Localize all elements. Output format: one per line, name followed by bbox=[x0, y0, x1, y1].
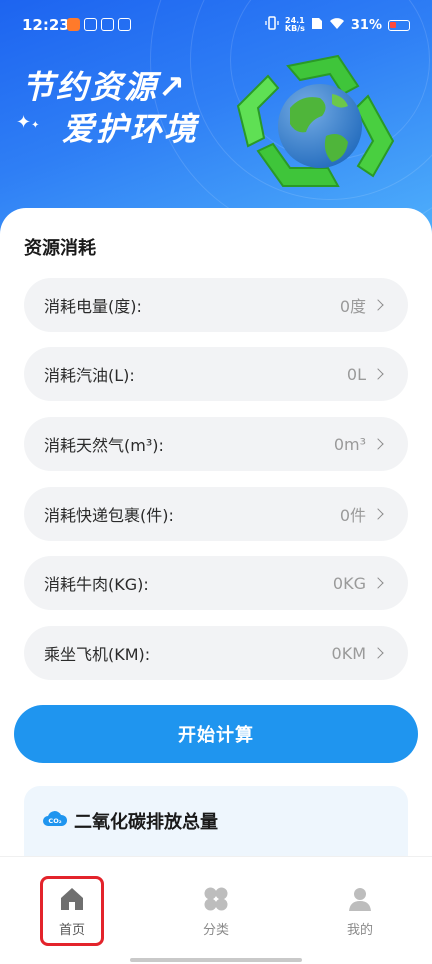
app-notification-icon bbox=[67, 18, 80, 31]
row-value: 0m³ bbox=[333, 434, 366, 454]
row-beef[interactable]: 消耗牛肉(KG): 0KG bbox=[24, 556, 408, 610]
co2-cloud-icon: CO₂ bbox=[42, 808, 68, 830]
message-notification-icon bbox=[101, 18, 114, 31]
row-label: 消耗汽油(L): bbox=[44, 366, 135, 385]
row-label: 消耗天然气(m³): bbox=[44, 436, 164, 455]
chevron-right-icon bbox=[372, 368, 384, 380]
row-value-group: 0m³ bbox=[333, 434, 384, 454]
notification-icons bbox=[67, 18, 131, 31]
section-title: 资源消耗 bbox=[24, 238, 96, 259]
home-highlight-box bbox=[40, 876, 104, 946]
row-value: 0件 bbox=[339, 506, 366, 525]
row-label: 消耗电量(度): bbox=[44, 297, 142, 316]
chevron-right-icon bbox=[372, 577, 384, 589]
wifi-icon bbox=[329, 17, 345, 34]
chevron-right-icon bbox=[372, 647, 384, 659]
mail-notification-icon bbox=[84, 18, 97, 31]
nav-me[interactable]: 我的 bbox=[330, 885, 390, 938]
status-right: 24.1 KB/s 31% bbox=[265, 16, 410, 34]
status-bar: 12:23 24.1 KB/s 31% bbox=[0, 0, 432, 50]
row-value: 0KG bbox=[332, 573, 366, 593]
row-label: 消耗快递包裹(件): bbox=[44, 506, 174, 525]
row-natural-gas[interactable]: 消耗天然气(m³): 0m³ bbox=[24, 417, 408, 471]
recycle-globe-illustration bbox=[228, 46, 408, 206]
co2-total-card: CO₂ 二氧化碳排放总量 bbox=[24, 786, 408, 866]
row-flight[interactable]: 乘坐飞机(KM): 0KM bbox=[24, 626, 408, 680]
row-value-group: 0KM bbox=[331, 643, 384, 663]
network-speed: 24.1 KB/s bbox=[285, 17, 305, 33]
speed-unit: KB/s bbox=[284, 24, 305, 33]
banner-slogan-line2-text: 爱护环境 bbox=[62, 110, 199, 148]
row-value-group: 0L bbox=[346, 364, 384, 384]
row-express-parcel[interactable]: 消耗快递包裹(件): 0件 bbox=[24, 487, 408, 541]
row-value-group: 0KG bbox=[332, 573, 384, 593]
sparkle-icon: ✦✦ bbox=[16, 112, 40, 133]
battery-icon bbox=[388, 19, 410, 31]
status-time: 12:23 bbox=[22, 16, 70, 34]
row-value-group: 0度 bbox=[339, 293, 384, 317]
nav-category-label: 分类 bbox=[202, 923, 229, 938]
co2-title: 二氧化碳排放总量 bbox=[74, 812, 218, 833]
chevron-right-icon bbox=[372, 299, 384, 311]
banner-slogan-line1: 节约资源↗ bbox=[22, 68, 187, 106]
row-value-group: 0件 bbox=[339, 502, 384, 526]
play-notification-icon bbox=[118, 18, 131, 31]
sim-icon bbox=[311, 16, 323, 34]
nav-me-label: 我的 bbox=[346, 923, 373, 938]
category-icon bbox=[202, 885, 230, 913]
banner-slogan-line2: 爱护环境 bbox=[58, 104, 199, 150]
nav-category[interactable]: 分类 bbox=[186, 885, 246, 938]
row-value: 0度 bbox=[339, 297, 366, 316]
resource-card: 资源消耗 消耗电量(度): 0度 消耗汽油(L): 0L 消耗天然气(m³): … bbox=[0, 208, 432, 868]
row-value: 0KM bbox=[331, 643, 366, 663]
chevron-right-icon bbox=[372, 438, 384, 450]
row-label: 乘坐飞机(KM): bbox=[44, 645, 151, 664]
battery-percent: 31% bbox=[350, 17, 382, 33]
person-icon bbox=[346, 885, 374, 913]
row-electricity[interactable]: 消耗电量(度): 0度 bbox=[24, 278, 408, 332]
row-gasoline[interactable]: 消耗汽油(L): 0L bbox=[24, 347, 408, 401]
chevron-right-icon bbox=[372, 508, 384, 520]
banner: 12:23 24.1 KB/s 31% 节约资源↗ ✦✦ 爱护环境 bbox=[0, 0, 432, 240]
row-value: 0L bbox=[346, 364, 366, 384]
row-label: 消耗牛肉(KG): bbox=[44, 575, 149, 594]
start-calculate-button[interactable]: 开始计算 bbox=[14, 705, 418, 763]
svg-text:CO₂: CO₂ bbox=[48, 817, 61, 825]
gesture-bar[interactable] bbox=[130, 958, 302, 962]
vibrate-icon bbox=[265, 16, 279, 34]
